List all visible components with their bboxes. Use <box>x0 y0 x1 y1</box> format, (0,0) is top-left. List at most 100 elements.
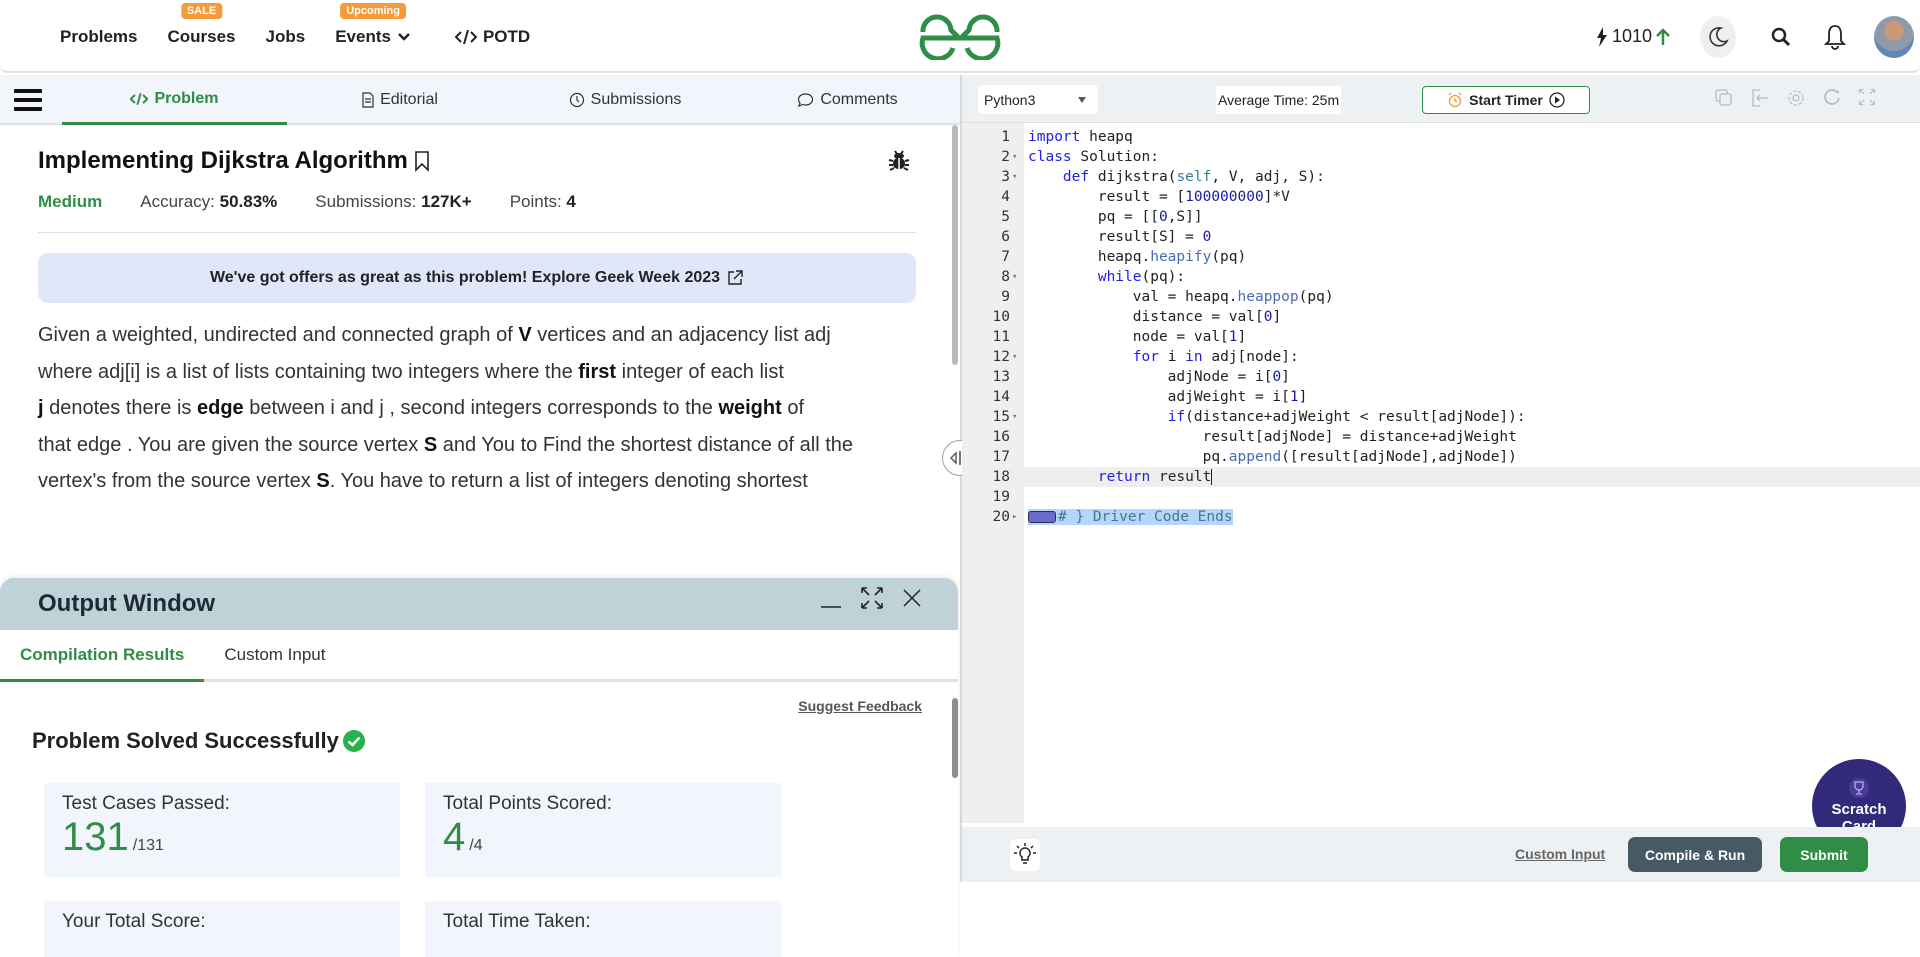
line-number: 19 <box>992 489 1010 505</box>
import-button[interactable] <box>1750 88 1770 108</box>
fold-toggle-icon[interactable]: ▸ <box>1012 507 1017 527</box>
external-link-icon <box>728 270 743 285</box>
start-timer-button[interactable]: Start Timer <box>1422 86 1590 114</box>
code-area[interactable]: 1 import heapq 2 ▾ class Solution: 3 ▾ def dij… <box>962 123 1920 853</box>
code-line[interactable]: 2 ▾ class Solution: <box>962 147 1920 167</box>
line-number: 20 <box>992 509 1010 525</box>
tab-comments[interactable]: Comments <box>760 75 935 125</box>
gear-icon <box>1788 90 1804 106</box>
settings-button[interactable] <box>1786 88 1806 108</box>
code-line[interactable]: 7 heapq.heapify(pq) <box>962 247 1920 267</box>
fold-toggle-icon[interactable]: ▾ <box>1012 147 1017 167</box>
tab-editorial-label: Editorial <box>380 91 438 108</box>
code-line[interactable]: 15 ▾ if(distance+adjWeight < result[adjNo… <box>962 407 1920 427</box>
fold-toggle-icon[interactable]: ▾ <box>1012 267 1017 287</box>
offer-banner[interactable]: We've got offers as great as this proble… <box>38 253 916 303</box>
result-status-text: Problem Solved Successfully <box>32 728 339 753</box>
code-text: import heapq <box>1028 129 1133 145</box>
minimize-button[interactable] <box>820 587 842 609</box>
total-score-label: Your Total Score: <box>62 911 206 932</box>
search-icon <box>1771 27 1791 46</box>
compile-run-button[interactable]: Compile & Run <box>1628 837 1762 872</box>
code-line[interactable]: 4 result = [100000000]*V <box>962 187 1920 207</box>
code-text: for i in adj[node]: <box>1132 349 1299 365</box>
fold-toggle-icon[interactable]: ▾ <box>1012 407 1017 427</box>
code-line[interactable]: 17 pq.append([result[adjNode],adjNode]) <box>962 447 1920 467</box>
code-line[interactable]: 6 result[S] = 0 <box>962 227 1920 247</box>
nav-courses[interactable]: SALE Courses <box>167 2 236 47</box>
code-editor-panel: Python3 Average Time: 25m Start Timer 1 i… <box>962 75 1920 882</box>
tab-problem[interactable]: Problem <box>62 75 287 125</box>
gfg-logo[interactable] <box>915 12 1005 60</box>
code-line[interactable]: 9 val = heapq.heappop(pq) <box>962 287 1920 307</box>
comment-icon <box>798 93 814 108</box>
code-line[interactable]: 5 pq = [[0,S]] <box>962 207 1920 227</box>
fold-toggle-icon[interactable]: ▾ <box>1012 167 1017 187</box>
code-line[interactable]: 20 ▸ # } Driver Code Ends <box>962 507 1920 527</box>
time-taken-label: Total Time Taken: <box>443 911 591 932</box>
code-line[interactable]: 3 ▾ def dijkstra(self, V, adj, S): <box>962 167 1920 187</box>
bookmark-icon[interactable] <box>414 150 430 172</box>
tab-submissions[interactable]: Submissions <box>530 75 720 125</box>
line-number: 13 <box>992 369 1010 385</box>
hint-button[interactable] <box>1010 839 1040 871</box>
code-line[interactable]: 8 ▾ while(pq): <box>962 267 1920 287</box>
lightning-icon <box>1596 26 1607 47</box>
points-label: Points: <box>509 192 562 211</box>
code-text: heapq.heapify(pq) <box>1028 249 1247 265</box>
nav-jobs-label: Jobs <box>265 26 306 46</box>
menu-icon[interactable] <box>14 89 42 111</box>
nav-potd[interactable]: POTD <box>454 27 530 47</box>
code-line[interactable]: 19 <box>962 487 1920 507</box>
tab-editorial[interactable]: Editorial <box>300 75 500 125</box>
code-line[interactable]: 1 import heapq <box>962 127 1920 147</box>
tab-custom-input[interactable]: Custom Input <box>204 629 345 681</box>
bug-report-icon[interactable] <box>888 147 910 171</box>
copy-icon <box>1715 89 1732 106</box>
notifications-button[interactable] <box>1820 22 1850 52</box>
code-text: pq = [[0,S]] <box>1028 209 1203 225</box>
custom-input-link[interactable]: Custom Input <box>1515 846 1605 862</box>
test-cases-total: /131 <box>132 837 164 854</box>
submissions-value: 127K+ <box>421 192 472 211</box>
user-avatar[interactable] <box>1874 15 1914 58</box>
code-line[interactable]: 18 return result <box>962 467 1920 487</box>
points-scored-card: Total Points Scored: 4/4 <box>425 783 781 877</box>
nav-jobs[interactable]: Jobs <box>266 27 306 47</box>
line-number: 6 <box>1001 229 1010 245</box>
problem-scrollbar[interactable] <box>952 125 958 365</box>
nav-problems-label: Problems <box>60 26 138 46</box>
nav-events[interactable]: Upcoming Events <box>335 2 411 47</box>
play-circle-icon <box>1549 92 1565 108</box>
code-line[interactable]: 10 distance = val[0] <box>962 307 1920 327</box>
nav-problems[interactable]: Problems <box>60 27 137 47</box>
streak-counter[interactable]: 1010 <box>1596 26 1670 47</box>
suggest-feedback-link[interactable]: Suggest Feedback <box>798 698 922 714</box>
close-button[interactable] <box>902 588 922 608</box>
language-select[interactable]: Python3 <box>978 85 1098 114</box>
copy-button[interactable] <box>1714 88 1734 108</box>
submissions-label: Submissions: <box>315 192 417 211</box>
code-line[interactable]: 12 ▾ for i in adj[node]: <box>962 347 1920 367</box>
output-title: Output Window <box>38 590 216 617</box>
nav-events-label: Events <box>335 26 391 46</box>
code-line[interactable]: 14 adjWeight = i[1] <box>962 387 1920 407</box>
code-text: return result <box>1097 469 1213 485</box>
code-text: distance = val[0] <box>1028 309 1282 325</box>
code-line[interactable]: 11 node = val[1] <box>962 327 1920 347</box>
reset-button[interactable] <box>1822 88 1842 108</box>
fullscreen-button[interactable] <box>1858 88 1878 108</box>
submit-button[interactable]: Submit <box>1780 837 1868 872</box>
output-scrollbar[interactable] <box>952 698 958 778</box>
dark-mode-toggle[interactable] <box>1700 15 1736 58</box>
accuracy-stat: Accuracy: 50.83% <box>140 192 277 212</box>
code-line[interactable]: 16 result[adjNode] = distance+adjWeight <box>962 427 1920 447</box>
code-line[interactable]: 13 adjNode = i[0] <box>962 367 1920 387</box>
time-taken-card: Total Time Taken: <box>425 901 781 957</box>
fold-toggle-icon[interactable]: ▾ <box>1012 347 1017 367</box>
maximize-button[interactable] <box>860 586 884 610</box>
search-button[interactable] <box>1766 22 1796 52</box>
chevron-down-icon <box>398 32 410 41</box>
tab-compilation-results[interactable]: Compilation Results <box>0 630 205 682</box>
nav-courses-label: Courses <box>167 26 236 46</box>
